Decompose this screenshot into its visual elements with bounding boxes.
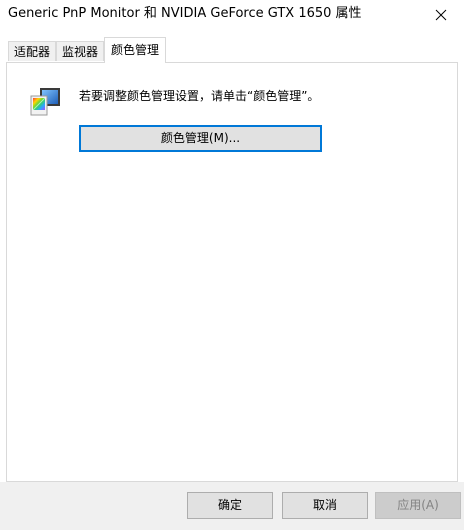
title-bar: Generic PnP Monitor 和 NVIDIA GeForce GTX… xyxy=(0,0,464,30)
tab-adapter[interactable]: 适配器 xyxy=(8,41,56,61)
ok-button[interactable]: 确定 xyxy=(187,492,273,519)
cancel-button[interactable]: 取消 xyxy=(282,492,368,519)
tab-strip: 适配器 监视器 颜色管理 xyxy=(0,37,464,63)
tab-color-management[interactable]: 颜色管理 xyxy=(104,37,166,63)
apply-button[interactable]: 应用(A) xyxy=(375,492,461,519)
close-button[interactable] xyxy=(418,0,464,30)
tab-monitor[interactable]: 监视器 xyxy=(56,41,104,61)
properties-dialog: Generic PnP Monitor 和 NVIDIA GeForce GTX… xyxy=(0,0,464,530)
dialog-button-bar: 确定 取消 应用(A) xyxy=(0,482,464,530)
color-management-panel: 若要调整颜色管理设置，请单击“颜色管理”。 颜色管理(M)... xyxy=(6,62,458,482)
close-icon xyxy=(435,9,447,21)
color-management-button[interactable]: 颜色管理(M)... xyxy=(79,125,322,152)
instruction-text: 若要调整颜色管理设置，请单击“颜色管理”。 xyxy=(79,89,320,103)
monitor-color-icon xyxy=(30,88,60,116)
window-title: Generic PnP Monitor 和 NVIDIA GeForce GTX… xyxy=(8,6,362,21)
